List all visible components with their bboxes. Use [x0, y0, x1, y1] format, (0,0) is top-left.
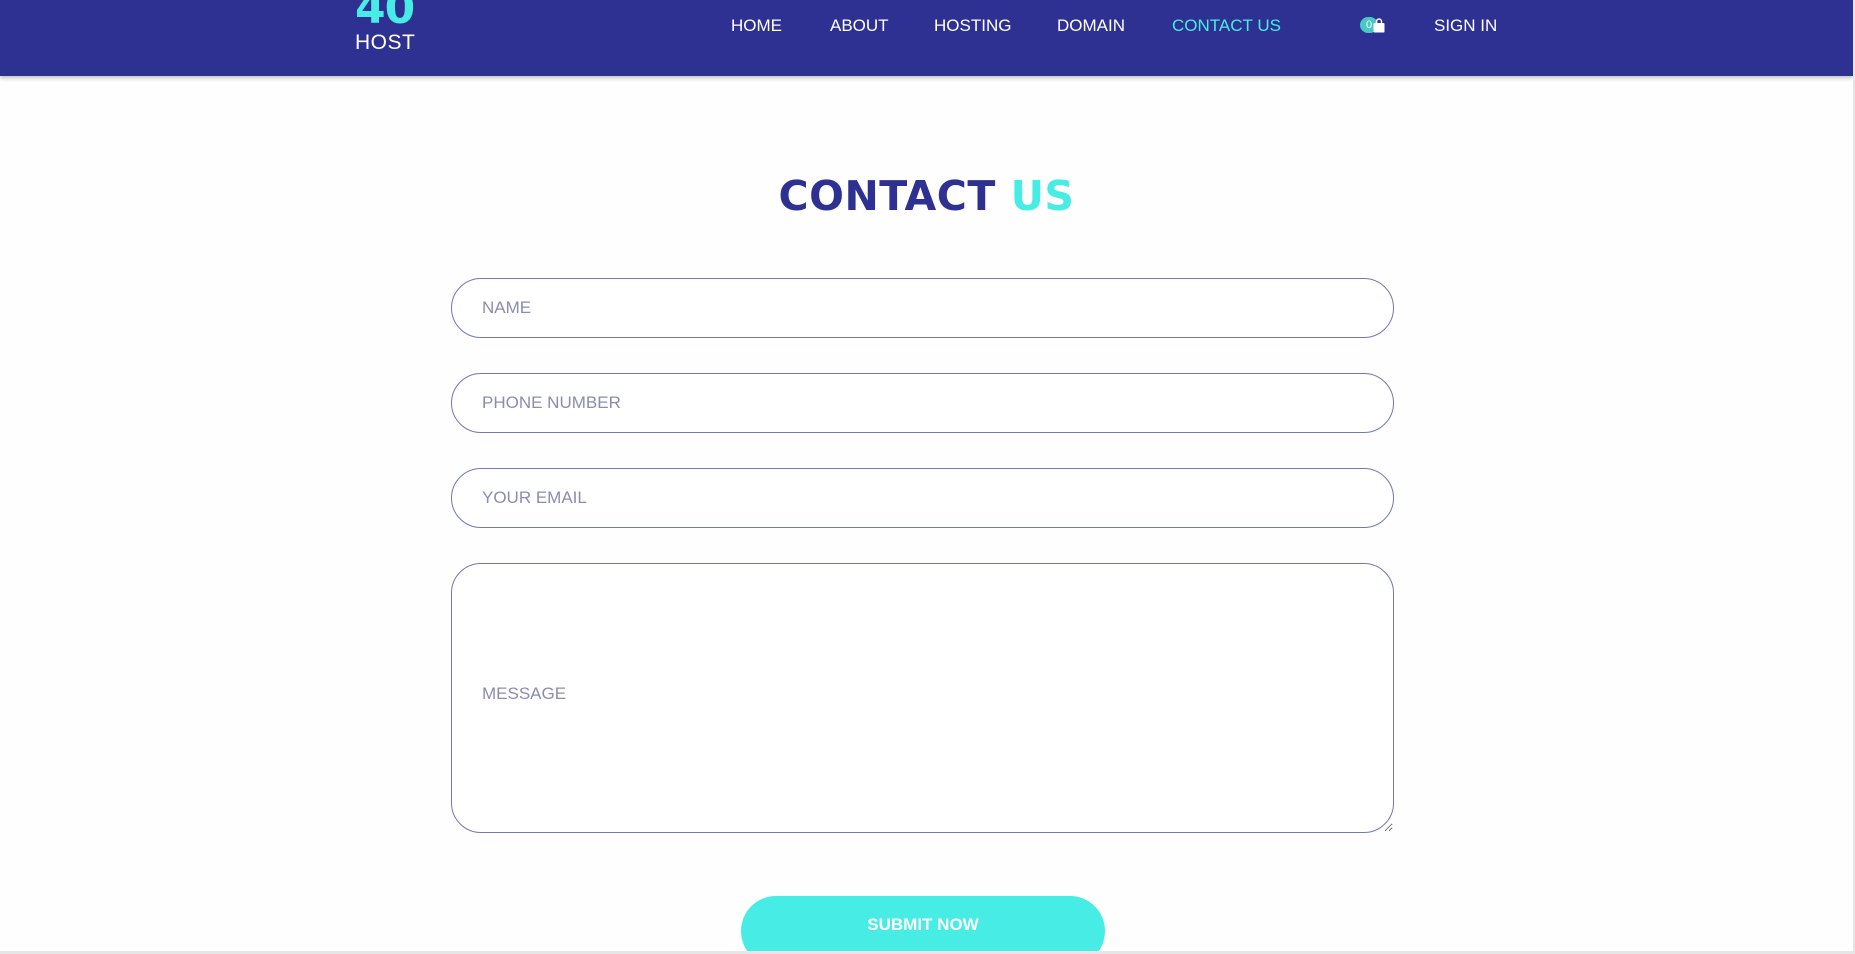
site-logo[interactable]: 40 HOST: [355, 0, 425, 54]
page-title-part-1: CONTACT: [778, 172, 996, 220]
shopping-bag-icon: [1373, 18, 1385, 33]
submit-button[interactable]: SUBMIT NOW: [741, 896, 1105, 951]
nav-hosting[interactable]: HOSTING: [934, 16, 1011, 36]
email-input[interactable]: [451, 468, 1394, 528]
message-textarea[interactable]: [451, 563, 1394, 833]
sign-in-link[interactable]: SIGN IN: [1434, 16, 1497, 36]
phone-number-input[interactable]: [451, 373, 1394, 433]
logo-word: HOST: [355, 31, 416, 54]
cart-button[interactable]: 0: [1358, 14, 1388, 36]
nav-contact-us[interactable]: CONTACT US: [1172, 16, 1281, 36]
page-viewport: 40 HOST HOME ABOUT HOSTING DOMAIN CONTAC…: [0, 0, 1853, 951]
page-title-part-2: US: [1010, 172, 1075, 220]
nav-home[interactable]: HOME: [731, 16, 782, 36]
name-input[interactable]: [451, 278, 1394, 338]
page-title: CONTACT US: [0, 168, 1853, 224]
nav-domain[interactable]: DOMAIN: [1057, 16, 1125, 36]
nav-about[interactable]: ABOUT: [830, 16, 889, 36]
logo-number: 40: [355, 0, 415, 34]
site-header: 40 HOST HOME ABOUT HOSTING DOMAIN CONTAC…: [0, 0, 1853, 76]
